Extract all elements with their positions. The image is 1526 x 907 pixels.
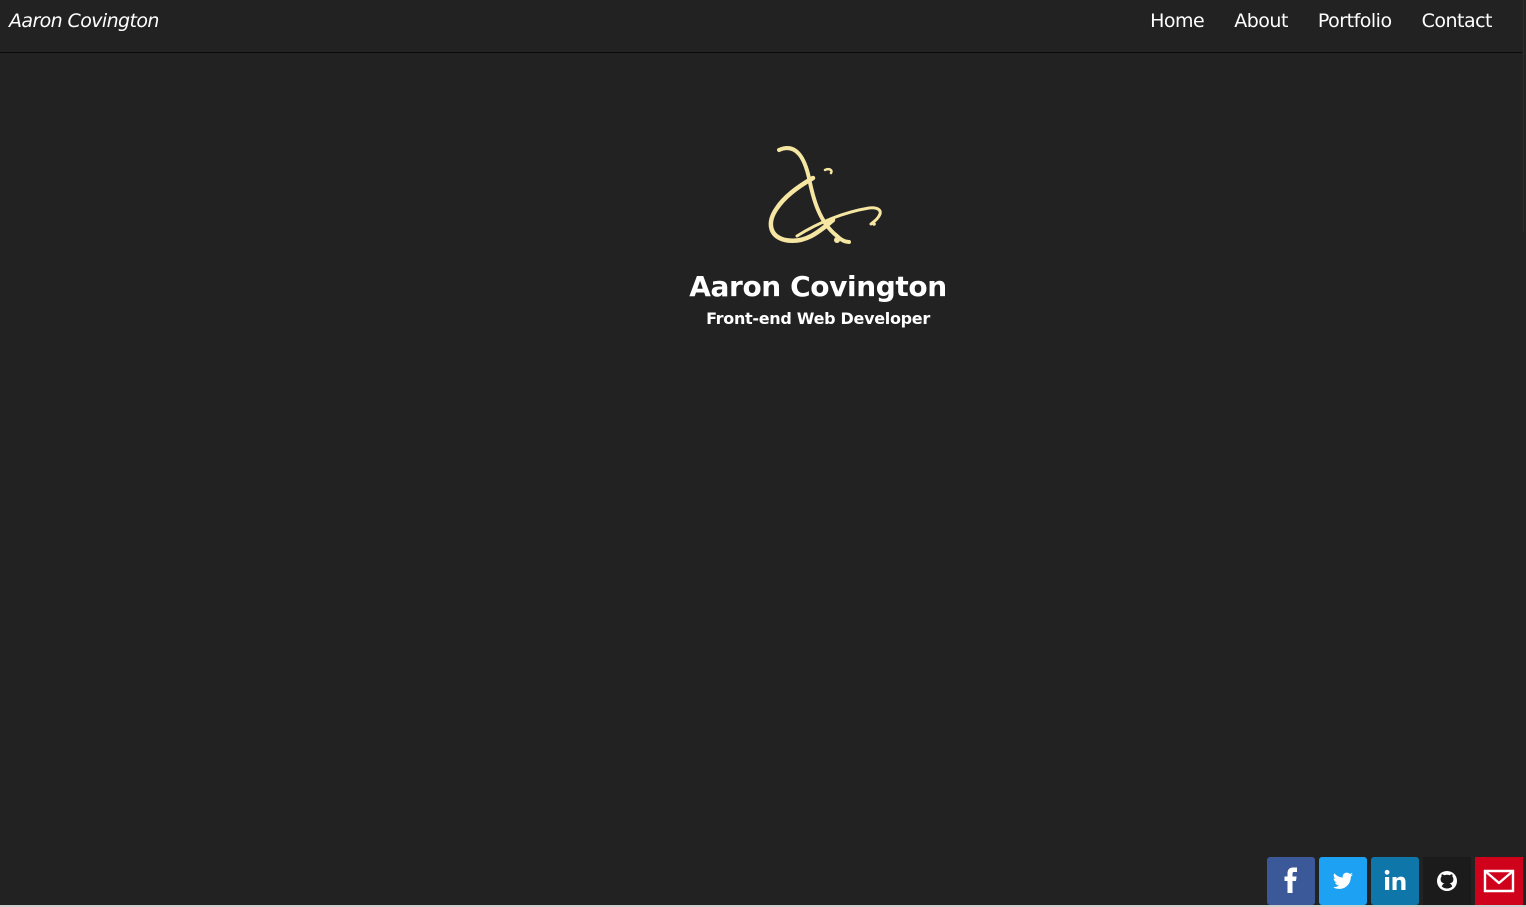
facebook-button[interactable] xyxy=(1267,857,1315,905)
facebook-icon xyxy=(1267,857,1315,905)
github-button[interactable] xyxy=(1423,857,1471,905)
email-button[interactable] xyxy=(1475,857,1523,905)
social-links xyxy=(1267,857,1523,905)
nav-contact-link[interactable]: Contact xyxy=(1422,10,1493,32)
nav-portfolio-link[interactable]: Portfolio xyxy=(1318,10,1392,32)
linkedin-button[interactable] xyxy=(1371,857,1419,905)
nav-home-link[interactable]: Home xyxy=(1150,10,1205,32)
page: Aaron Covington Home About Portfolio Con… xyxy=(0,0,1526,907)
nav-about-link[interactable]: About xyxy=(1234,10,1288,32)
twitter-button[interactable] xyxy=(1319,857,1367,905)
brand-link[interactable]: Aaron Covington xyxy=(9,10,159,32)
nav-menu: Home About Portfolio Contact xyxy=(1150,10,1492,32)
ac-monogram-logo-icon xyxy=(768,146,882,244)
navbar: Aaron Covington Home About Portfolio Con… xyxy=(0,0,1522,53)
hero-subtitle: Front-end Web Developer xyxy=(706,309,930,328)
github-icon xyxy=(1423,857,1471,905)
twitter-icon xyxy=(1319,857,1367,905)
email-icon xyxy=(1475,857,1523,905)
hero: Aaron Covington Front-end Web Developer xyxy=(0,140,1526,328)
linkedin-icon xyxy=(1371,857,1419,905)
hero-name: Aaron Covington xyxy=(689,270,947,303)
